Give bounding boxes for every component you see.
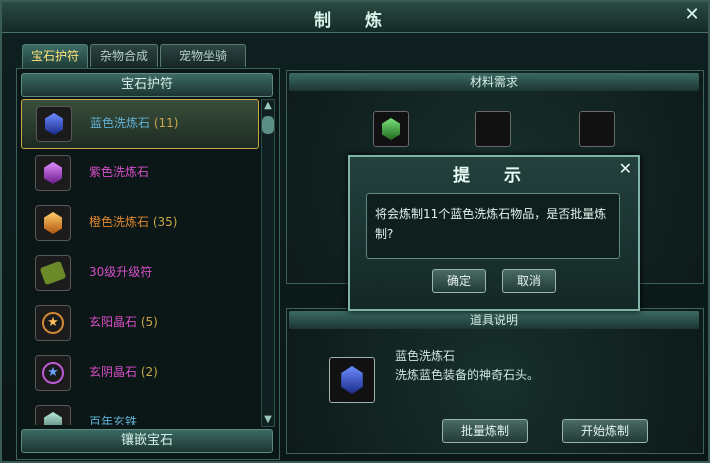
scroll-down-icon[interactable]: ▼ [262,414,274,426]
iron-icon [35,405,71,425]
prompt-dialog: 提 示 ✕ 将会炼制11个蓝色洗炼石物品，是否批量炼制? 确定 取消 [348,155,640,311]
purple-gem-icon [35,155,71,191]
list-item[interactable]: 蓝色洗炼石 (11) [21,99,259,149]
moon-crystal-icon: ★ [35,355,71,391]
dialog-close-icon[interactable]: ✕ [619,159,632,178]
item-name: 百年玄铁 [89,415,138,425]
list-item[interactable]: 橙色洗炼石 (35) [21,199,257,247]
orange-gem-icon [35,205,71,241]
cancel-button[interactable]: 取消 [502,269,556,293]
batch-refine-button[interactable]: 批量炼制 [442,419,528,443]
description-panel: 道具说明 蓝色洗炼石 洗炼蓝色装备的神奇石头。 批量炼制 开始炼制 [286,308,704,454]
list-item[interactable]: 百年玄铁 [21,399,257,425]
item-preview [329,357,375,403]
item-name: 蓝色洗炼石 (11) [90,116,179,130]
blue-gem-icon [341,366,363,394]
list-header: 宝石护符 [21,73,273,97]
inlay-gem-button[interactable]: 镶嵌宝石 [21,429,273,453]
green-gem-icon [382,118,400,140]
dialog-message-box: 将会炼制11个蓝色洗炼石物品，是否批量炼制? [366,193,620,259]
dialog-message: 将会炼制11个蓝色洗炼石物品，是否批量炼制? [375,207,607,241]
material-slot[interactable] [475,111,511,147]
list-item[interactable]: 30级升级符 [21,249,257,297]
item-title: 蓝色洗炼石 [395,349,456,363]
sun-crystal-icon: ★ [35,305,71,341]
list-item[interactable]: ★ 玄阴晶石 (2) [21,349,257,397]
tab-misc-synthesis[interactable]: 杂物合成 [90,44,158,67]
list-item[interactable]: 紫色洗炼石 [21,149,257,197]
material-slot[interactable] [579,111,615,147]
description-header: 道具说明 [289,311,699,329]
item-name: 紫色洗炼石 [89,165,150,179]
scroll-icon [35,255,71,291]
confirm-button[interactable]: 确定 [432,269,486,293]
dialog-title: 提 示 [453,166,535,186]
materials-header: 材料需求 [289,73,699,91]
list-item[interactable]: ★ 玄阳晶石 (5) [21,299,257,347]
item-name: 玄阴晶石 (2) [89,365,158,379]
window-title: 制 炼 [314,11,396,31]
list-scrollbar[interactable]: ▲ ▼ [261,99,275,427]
item-description: 洗炼蓝色装备的神奇石头。 [395,368,540,382]
item-name: 玄阳晶石 (5) [89,315,158,329]
scroll-up-icon[interactable]: ▲ [262,100,274,112]
item-name: 30级升级符 [89,265,153,279]
tab-gem-amulet[interactable]: 宝石护符 [22,44,88,68]
item-name: 橙色洗炼石 (35) [89,215,178,229]
scroll-thumb[interactable] [262,116,274,134]
refine-window: 制 炼 ✕ 宝石护符 杂物合成 宠物坐骑 宝石护符 蓝色洗炼石 (11) 紫色洗… [0,0,710,463]
tab-pet-mount[interactable]: 宠物坐骑 [160,44,246,67]
item-list-panel: 宝石护符 蓝色洗炼石 (11) 紫色洗炼石 橙色洗炼石 (35) 30级升级符 … [16,68,280,460]
material-slot[interactable] [373,111,409,147]
start-refine-button[interactable]: 开始炼制 [562,419,648,443]
blue-gem-icon [36,106,72,142]
close-icon[interactable]: ✕ [682,5,702,25]
title-bar[interactable]: 制 炼 ✕ [2,2,708,33]
